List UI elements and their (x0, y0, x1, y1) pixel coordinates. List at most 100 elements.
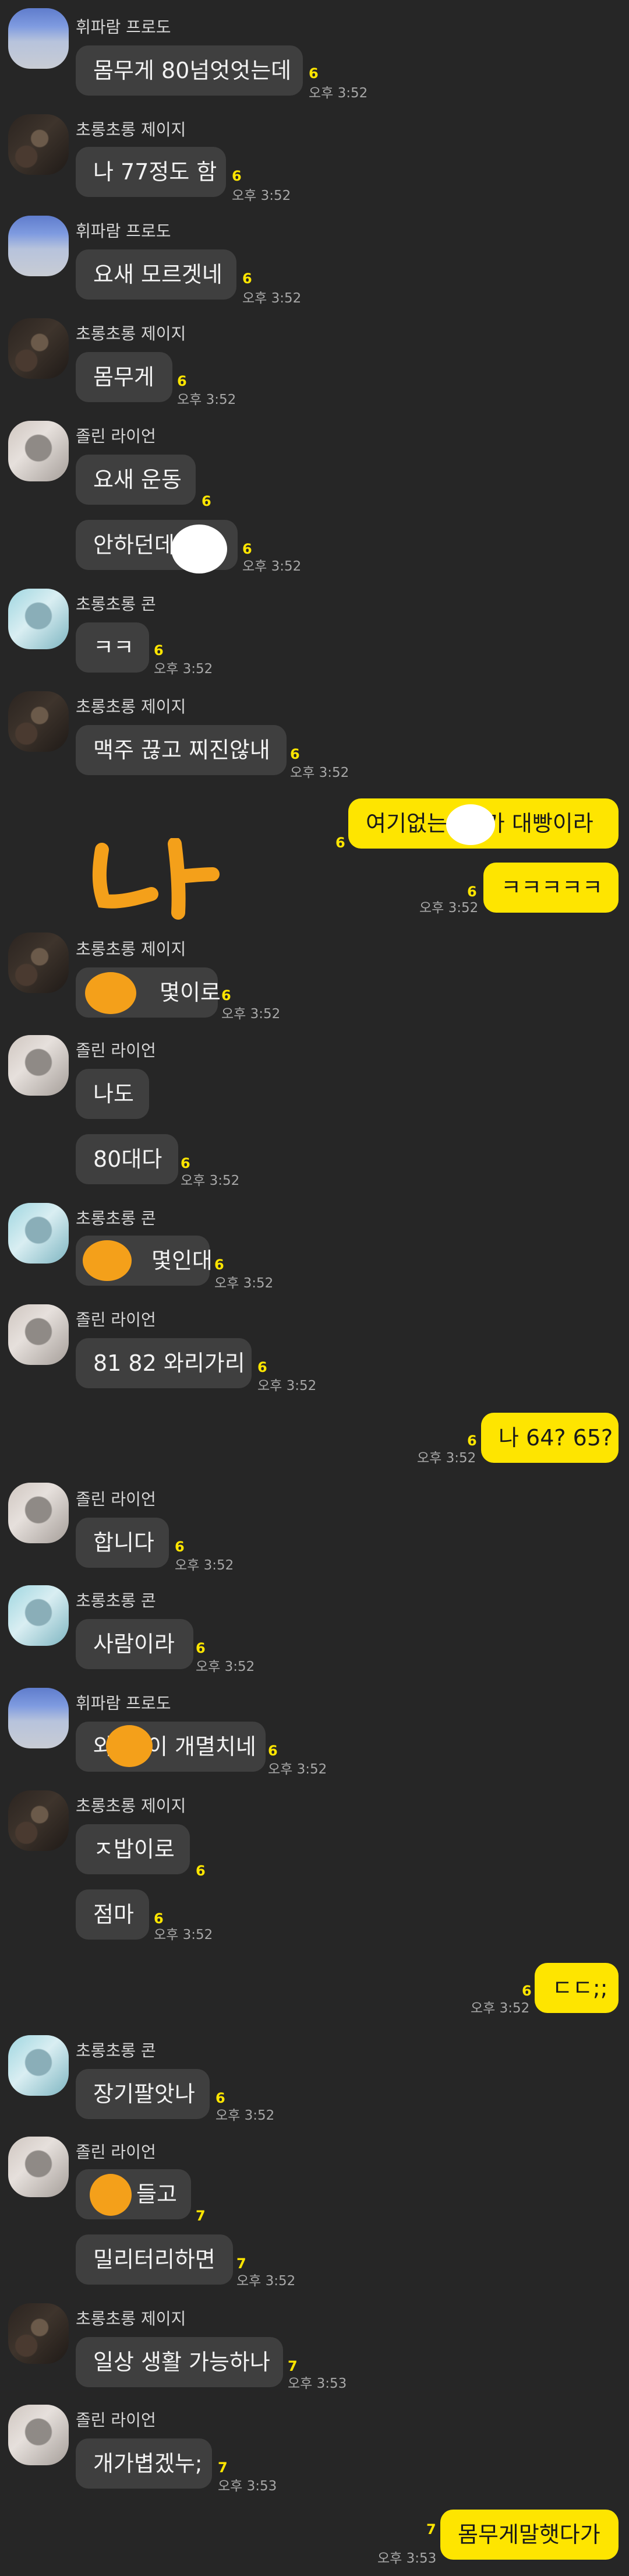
avatar-con[interactable] (8, 589, 69, 649)
message-time: 오후 3:52 (257, 1378, 317, 1393)
message-bubble[interactable]: ㅈ밥이로 (76, 1824, 190, 1874)
message-bubble[interactable]: 요새 모르겟네 (76, 249, 236, 300)
sender-name: 초롱초롱 제이지 (76, 697, 186, 716)
avatar-jayz[interactable] (8, 2303, 69, 2364)
message-bubble[interactable]: ㅋㅋ (76, 622, 149, 673)
unread-count: 6 (257, 1359, 267, 1375)
redaction-blot (85, 972, 136, 1014)
unread-count: 6 (290, 746, 300, 762)
unread-count: 6 (242, 270, 252, 287)
unread-count: 6 (215, 2090, 225, 2106)
message-bubble[interactable]: 요새 운동 (76, 455, 196, 505)
avatar-con[interactable] (8, 1203, 69, 1264)
message-time: 오후 3:52 (214, 1276, 274, 1291)
message-time: 오후 3:52 (268, 1762, 327, 1777)
sender-name: 휘파람 프로도 (76, 1694, 171, 1713)
unread-count: 6 (221, 987, 231, 1004)
unread-count: 6 (335, 835, 345, 851)
message-bubble[interactable]: 개가볍겠누; (76, 2438, 212, 2489)
message-time: 오후 3:52 (215, 2108, 275, 2123)
message-time: 오후 3:53 (377, 2551, 437, 2566)
avatar-ryan[interactable] (8, 2137, 69, 2197)
redaction-blot (90, 2174, 132, 2216)
sender-name: 졸린 라이언 (76, 1041, 156, 1060)
unread-count: 6 (175, 1539, 185, 1555)
avatar-jayz[interactable] (8, 932, 69, 993)
avatar-ryan[interactable] (8, 421, 69, 481)
message-bubble[interactable]: 몸무게 (76, 352, 172, 402)
message-bubble[interactable]: 점마 (76, 1889, 149, 1940)
unread-count: 6 (522, 1983, 532, 1999)
message-time: 오후 3:52 (242, 291, 302, 306)
unread-count: 6 (309, 65, 319, 82)
avatar-frodo[interactable] (8, 1688, 69, 1748)
unread-count: 7 (236, 2255, 246, 2272)
message-bubble[interactable]: 합니다 (76, 1518, 169, 1568)
avatar-jayz[interactable] (8, 691, 69, 752)
message-time: 오후 3:52 (242, 559, 302, 574)
sender-name: 졸린 라이언 (76, 1490, 156, 1509)
my-message-bubble[interactable]: 몸무게말햇다가 (440, 2510, 619, 2560)
unread-count: 6 (232, 168, 242, 184)
unread-count: 6 (154, 1910, 164, 1927)
sender-name: 졸린 라이언 (76, 2142, 156, 2162)
avatar-jayz[interactable] (8, 1790, 69, 1851)
unread-count: 6 (196, 1640, 206, 1656)
sender-name: 초롱초롱 콘 (76, 1591, 156, 1610)
message-text-part: 가 대빵이라 (484, 811, 593, 836)
message-time: 오후 3:52 (196, 1659, 255, 1674)
sticker-na[interactable] (87, 838, 221, 920)
unread-count: 6 (467, 884, 477, 900)
avatar-ryan[interactable] (8, 1304, 69, 1365)
avatar-ryan[interactable] (8, 1035, 69, 1096)
unread-count: 6 (242, 541, 252, 557)
avatar-ryan[interactable] (8, 2405, 69, 2465)
message-bubble[interactable]: 나도 (76, 1069, 149, 1119)
message-time: 오후 3:53 (288, 2376, 347, 2391)
message-time: 오후 3:52 (309, 86, 368, 101)
avatar-con[interactable] (8, 1585, 69, 1646)
avatar-jayz[interactable] (8, 318, 69, 379)
message-bubble[interactable]: 밀리터리하면 (76, 2234, 233, 2285)
unread-count: 6 (181, 1155, 190, 1171)
avatar-frodo[interactable] (8, 8, 69, 69)
unread-count: 6 (177, 373, 187, 389)
avatar-ryan[interactable] (8, 1483, 69, 1543)
sender-name: 휘파람 프로도 (76, 17, 171, 37)
unread-count: 6 (214, 1257, 224, 1273)
message-time: 오후 3:52 (175, 1558, 234, 1573)
message-time: 오후 3:52 (419, 900, 479, 916)
message-bubble[interactable]: 나 77정도 함 (76, 147, 226, 197)
message-bubble[interactable]: 81 82 와리가리 (76, 1338, 252, 1388)
avatar-jayz[interactable] (8, 114, 69, 175)
my-message-bubble[interactable]: ㄷㄷ;; (535, 1963, 619, 2013)
message-time: 오후 3:52 (177, 392, 236, 407)
message-bubble[interactable]: 장기팔앗나 (76, 2069, 210, 2119)
unread-count: 6 (202, 493, 211, 509)
unread-count: 7 (196, 2208, 206, 2224)
unread-count: 6 (467, 1433, 477, 1449)
avatar-frodo[interactable] (8, 216, 69, 276)
message-text-part: 이 개멸치네 (147, 1734, 256, 1759)
my-message-bubble[interactable]: ㅋㅋㅋㅋㅋ (483, 863, 619, 913)
sender-name: 휘파람 프로도 (76, 221, 171, 241)
message-bubble[interactable]: 몸무게 80넘엇엇는데 (76, 45, 303, 96)
sender-name: 초롱초롱 제이지 (76, 324, 186, 343)
message-bubble[interactable]: 일상 생활 가능하나 (76, 2337, 283, 2387)
avatar-con[interactable] (8, 2035, 69, 2096)
message-bubble[interactable]: 맥주 끊고 찌진않내 (76, 725, 287, 775)
message-bubble[interactable]: 80대다 (76, 1134, 178, 1184)
message-time: 오후 3:52 (232, 188, 291, 203)
message-time: 오후 3:52 (154, 661, 213, 677)
sender-name: 졸린 라이언 (76, 1310, 156, 1329)
message-time: 오후 3:52 (221, 1007, 281, 1022)
message-time: 오후 3:53 (218, 2479, 277, 2494)
message-bubble[interactable]: 사람이라 (76, 1619, 193, 1669)
message-bubble[interactable]: 와이 개멸치네 (76, 1722, 266, 1772)
unread-count: 7 (288, 2358, 298, 2374)
redaction-blot (83, 1240, 132, 1281)
sender-name: 초롱초롱 제이지 (76, 1796, 186, 1815)
redaction-blot (106, 1725, 153, 1767)
sender-name: 초롱초롱 콘 (76, 2041, 156, 2060)
my-message-bubble[interactable]: 나 64? 65? (481, 1413, 619, 1463)
